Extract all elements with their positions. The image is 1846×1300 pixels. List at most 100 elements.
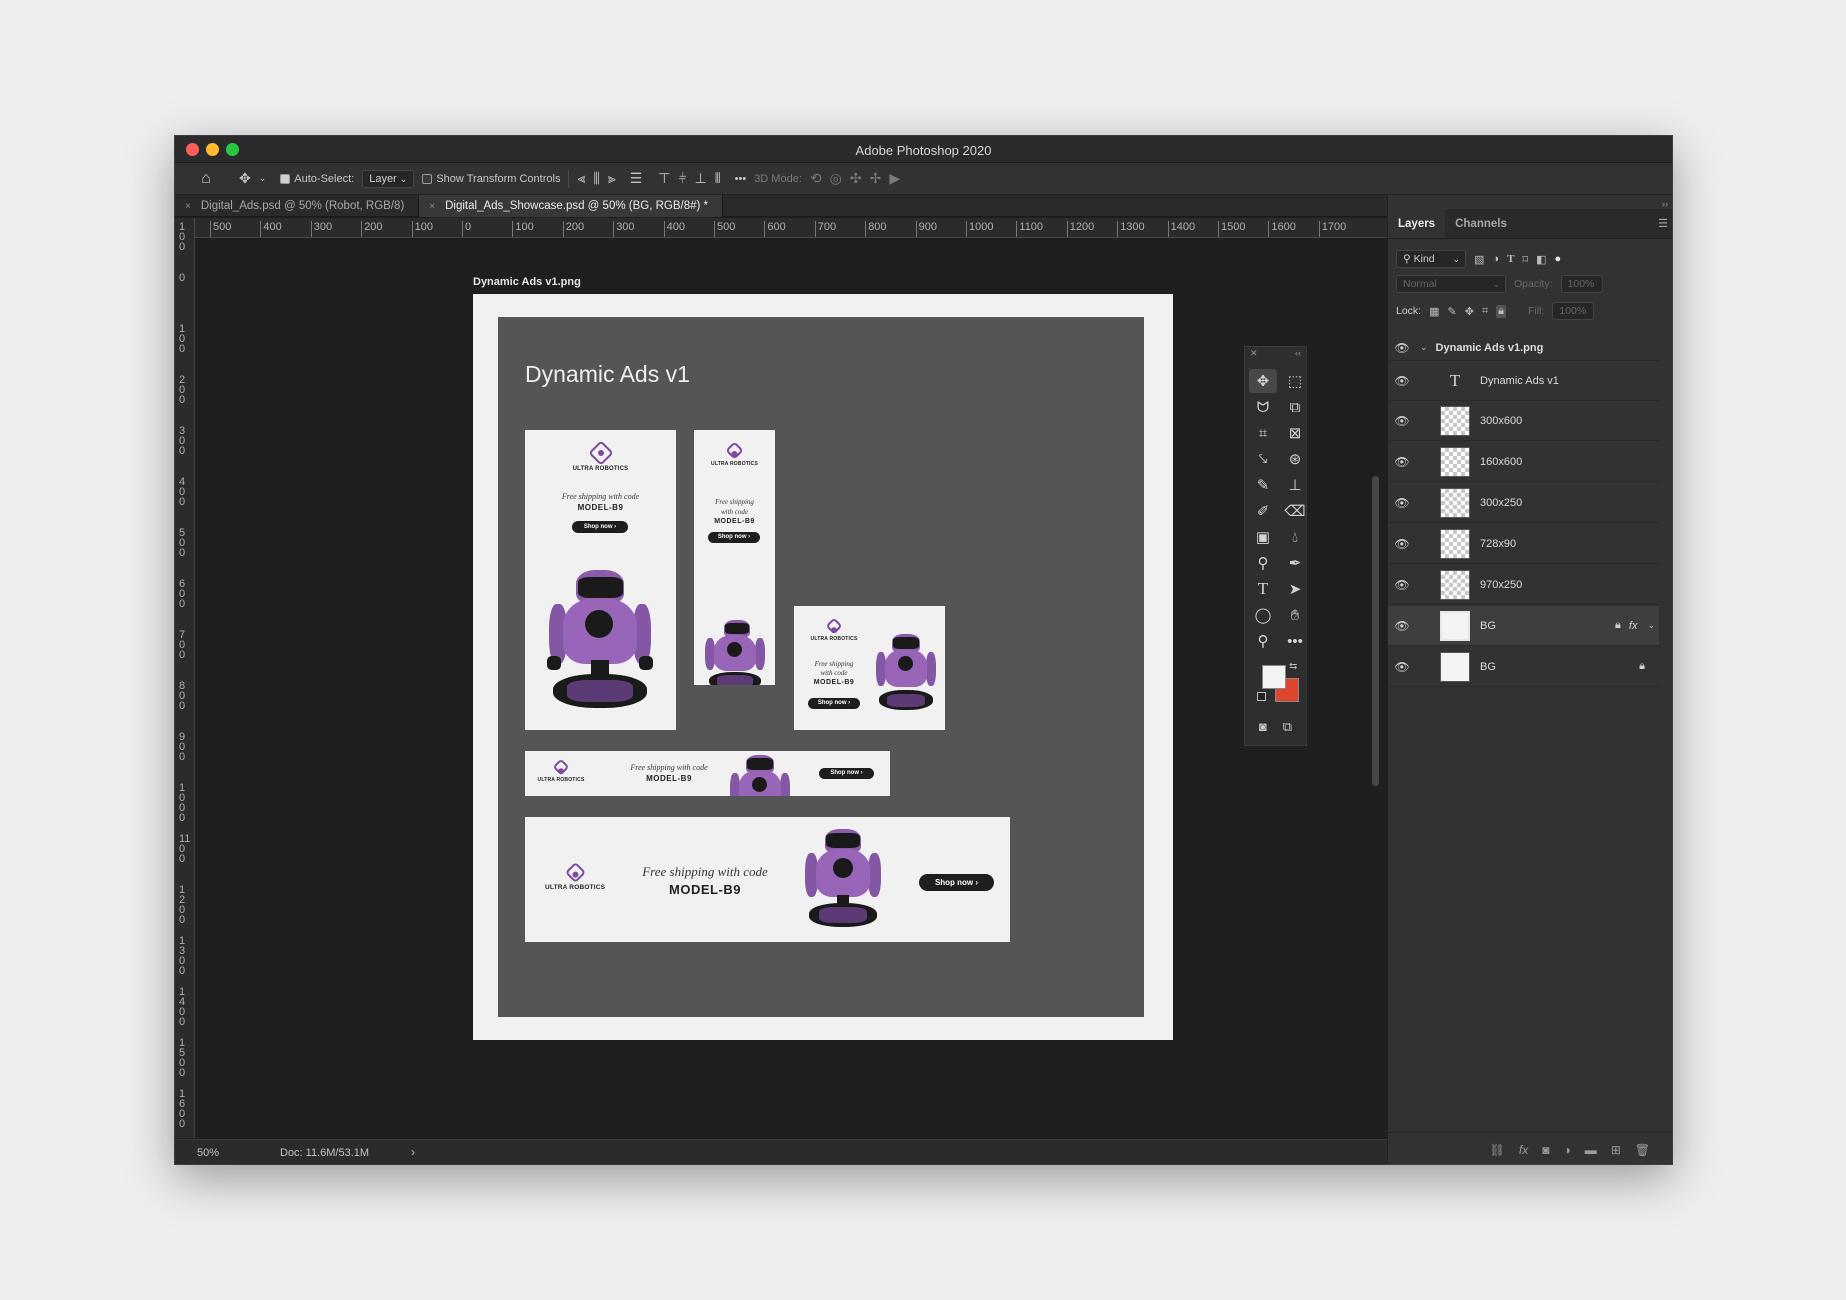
collapse-panels-icon[interactable]: ›› <box>1662 199 1668 209</box>
horizontal-ruler[interactable]: 500 400 300 200 100 0 100 200 300 400 500 600 700 800… <box>195 218 1387 238</box>
layer-bg-selected[interactable]: 👁︎ BG 🔒︎ fx ⌄ <box>1388 606 1659 646</box>
layer-728x90[interactable]: 👁︎ 728x90 <box>1388 524 1659 564</box>
zoom-level[interactable]: 50% <box>197 1147 219 1159</box>
opacity-field[interactable]: 100% <box>1560 275 1603 293</box>
hand-tool-icon[interactable]: ✋︎ <box>1281 603 1309 627</box>
crop-tool-icon[interactable]: ⌗ <box>1249 421 1277 445</box>
type-tool-icon[interactable]: T <box>1249 577 1277 601</box>
align-horizontal-centers-icon[interactable]: ⫼ <box>593 170 599 187</box>
tab-digital-ads-showcase[interactable]: × Digital_Ads_Showcase.psd @ 50% (BG, RGB… <box>419 195 724 217</box>
shop-now-button[interactable]: Shop now › <box>572 521 628 533</box>
add-mask-icon[interactable]: ◙ <box>1542 1143 1549 1157</box>
vertical-ruler[interactable]: 100 0 100 200 300 400 500 600 700 800 900 1000 1100 1… <box>175 218 195 1138</box>
auto-select-dropdown[interactable]: Layer ⌄ <box>362 169 415 188</box>
zoom-tool-icon[interactable]: ⚲ <box>1249 629 1277 653</box>
3d-slide-icon[interactable]: ✢ <box>870 170 882 187</box>
vertical-scrollbar[interactable] <box>1372 476 1379 786</box>
home-icon[interactable]: ⌂ <box>195 170 217 188</box>
ad-160x600[interactable]: ULTRA ROBOTICS Free shipping with code M… <box>694 430 775 685</box>
link-layers-icon[interactable]: ⛓︎ <box>1490 1143 1505 1157</box>
ellipse-tool-icon[interactable]: ◯ <box>1249 603 1277 627</box>
3d-roll-icon[interactable]: ◎ <box>830 170 842 187</box>
new-group-icon[interactable]: ▬ <box>1585 1143 1597 1157</box>
align-bottom-edges-icon[interactable]: ⊥ <box>695 170 707 187</box>
close-tab-icon[interactable]: × <box>185 201 191 212</box>
gradient-tool-icon[interactable]: ▣ <box>1249 525 1277 549</box>
object-selection-tool-icon[interactable]: ⧉ <box>1281 395 1309 419</box>
eyedropper-tool-icon[interactable]: ⤥ <box>1249 447 1277 471</box>
lock-all-icon[interactable]: 🔒︎ <box>1496 304 1507 318</box>
lasso-tool-icon[interactable]: ᗢ <box>1249 395 1277 419</box>
tool-preset-chevron-icon[interactable]: ⌄ <box>259 173 267 184</box>
frame-tool-icon[interactable]: ⊠ <box>1281 421 1309 445</box>
more-tools-icon[interactable]: ••• <box>1281 629 1309 653</box>
auto-select-checkbox[interactable]: Auto-Select: <box>280 173 354 185</box>
quick-mask-icon[interactable]: ◙ <box>1259 719 1267 735</box>
path-selection-tool-icon[interactable]: ➤ <box>1281 577 1309 601</box>
ad-300x600[interactable]: ULTRA ROBOTICS Free shipping with code M… <box>525 430 676 730</box>
visibility-eye-icon[interactable]: 👁︎ <box>1388 455 1416 469</box>
foreground-color-swatch[interactable] <box>1262 665 1286 689</box>
ad-970x250[interactable]: ULTRA ROBOTICS Free shipping with code M… <box>525 817 1010 942</box>
close-tab-icon[interactable]: × <box>429 201 435 212</box>
add-layer-style-icon[interactable]: fx <box>1519 1143 1528 1157</box>
layer-300x600[interactable]: 👁︎ 300x600 <box>1388 401 1659 441</box>
shop-now-button[interactable]: Shop now › <box>819 768 874 779</box>
lock-position-icon[interactable]: ✥ <box>1465 305 1474 318</box>
artboard-label[interactable]: Dynamic Ads v1.png <box>473 276 581 288</box>
layer-text-dynamic-ads[interactable]: 👁︎ T Dynamic Ads v1 <box>1388 361 1659 401</box>
visibility-eye-icon[interactable]: 👁︎ <box>1388 341 1416 355</box>
collapse-panel-icon[interactable]: ‹‹ <box>1295 347 1301 359</box>
close-panel-icon[interactable]: ✕ <box>1250 347 1258 359</box>
new-layer-icon[interactable]: ⊞ <box>1611 1143 1621 1157</box>
status-menu-arrow[interactable]: › <box>411 1145 415 1159</box>
move-tool-icon[interactable]: ✥ <box>1249 369 1277 393</box>
tab-channels[interactable]: Channels <box>1445 209 1517 238</box>
shop-now-button[interactable]: Shop now › <box>708 532 760 543</box>
screen-mode-icon[interactable]: ⧉ <box>1283 719 1292 735</box>
align-vertical-centers-icon[interactable]: ⫩ <box>678 170 686 187</box>
3d-orbit-icon[interactable]: ⟲ <box>810 170 822 187</box>
layer-300x250[interactable]: 👁︎ 300x250 <box>1388 483 1659 523</box>
blend-mode-dropdown[interactable]: Normal ⌄ <box>1396 275 1506 293</box>
layer-group-dynamic-ads[interactable]: 👁︎ ⌄ Dynamic Ads v1.png <box>1388 335 1659 361</box>
move-tool-icon[interactable]: ✥ <box>239 170 251 187</box>
visibility-eye-icon[interactable]: 👁︎ <box>1388 537 1416 551</box>
canvas-area[interactable]: Dynamic Ads v1.png Dynamic Ads v1 ULTRA … <box>196 239 1387 1137</box>
tab-layers[interactable]: Layers <box>1388 209 1446 238</box>
adjustment-filter-icon[interactable]: ◑ <box>1492 253 1499 265</box>
align-left-edges-icon[interactable]: ⫷ <box>577 170 585 187</box>
shape-filter-icon[interactable]: ⌑ <box>1522 253 1528 266</box>
visibility-eye-icon[interactable]: 👁︎ <box>1388 578 1416 592</box>
artboard[interactable]: Dynamic Ads v1 ULTRA ROBOTICS Free shipp… <box>473 294 1173 1040</box>
new-adjustment-layer-icon[interactable]: ◑ <box>1563 1143 1570 1157</box>
tab-digital-ads[interactable]: × Digital_Ads.psd @ 50% (Robot, RGB/8) <box>175 195 420 217</box>
filter-toggle-icon[interactable]: ● <box>1554 253 1561 265</box>
distribute-vertical-icon[interactable]: ☰ <box>630 170 643 187</box>
lock-artboard-icon[interactable]: ⌗ <box>1482 305 1488 318</box>
lock-transparency-icon[interactable]: ▦ <box>1429 305 1439 318</box>
align-top-edges-icon[interactable]: ⊤ <box>658 170 670 187</box>
visibility-eye-icon[interactable]: 👁︎ <box>1388 374 1416 388</box>
visibility-eye-icon[interactable]: 👁︎ <box>1388 414 1416 428</box>
chevron-down-icon[interactable]: ⌄ <box>1647 620 1655 631</box>
shop-now-button[interactable]: Shop now › <box>808 698 860 709</box>
eraser-tool-icon[interactable]: ⌫ <box>1281 499 1309 523</box>
history-brush-tool-icon[interactable]: ✐ <box>1249 499 1277 523</box>
marquee-tool-icon[interactable]: ⬚ <box>1281 369 1309 393</box>
visibility-eye-icon[interactable]: 👁︎ <box>1388 496 1416 510</box>
3d-drag-icon[interactable]: ✣ <box>850 170 862 187</box>
default-colors-icon[interactable] <box>1257 692 1266 701</box>
visibility-eye-icon[interactable]: 👁︎ <box>1388 660 1416 674</box>
trash-icon[interactable]: 🗑︎ <box>1635 1143 1650 1157</box>
panel-menu-icon[interactable]: ☰ <box>1658 217 1668 230</box>
distribute-horizontal-icon[interactable]: ⫴ <box>715 170 721 187</box>
show-transform-checkbox[interactable]: Show Transform Controls <box>422 173 560 185</box>
layer-160x600[interactable]: 👁︎ 160x600 <box>1388 442 1659 482</box>
pixel-filter-icon[interactable]: ▧ <box>1474 253 1484 266</box>
layer-bg[interactable]: 👁︎ BG 🔒︎ <box>1388 647 1659 687</box>
blur-tool-icon[interactable]: 💧︎ <box>1281 525 1309 549</box>
chevron-down-icon[interactable]: ⌄ <box>1420 342 1428 353</box>
type-filter-icon[interactable]: T <box>1507 253 1514 265</box>
more-options-button[interactable]: ••• <box>735 173 747 185</box>
